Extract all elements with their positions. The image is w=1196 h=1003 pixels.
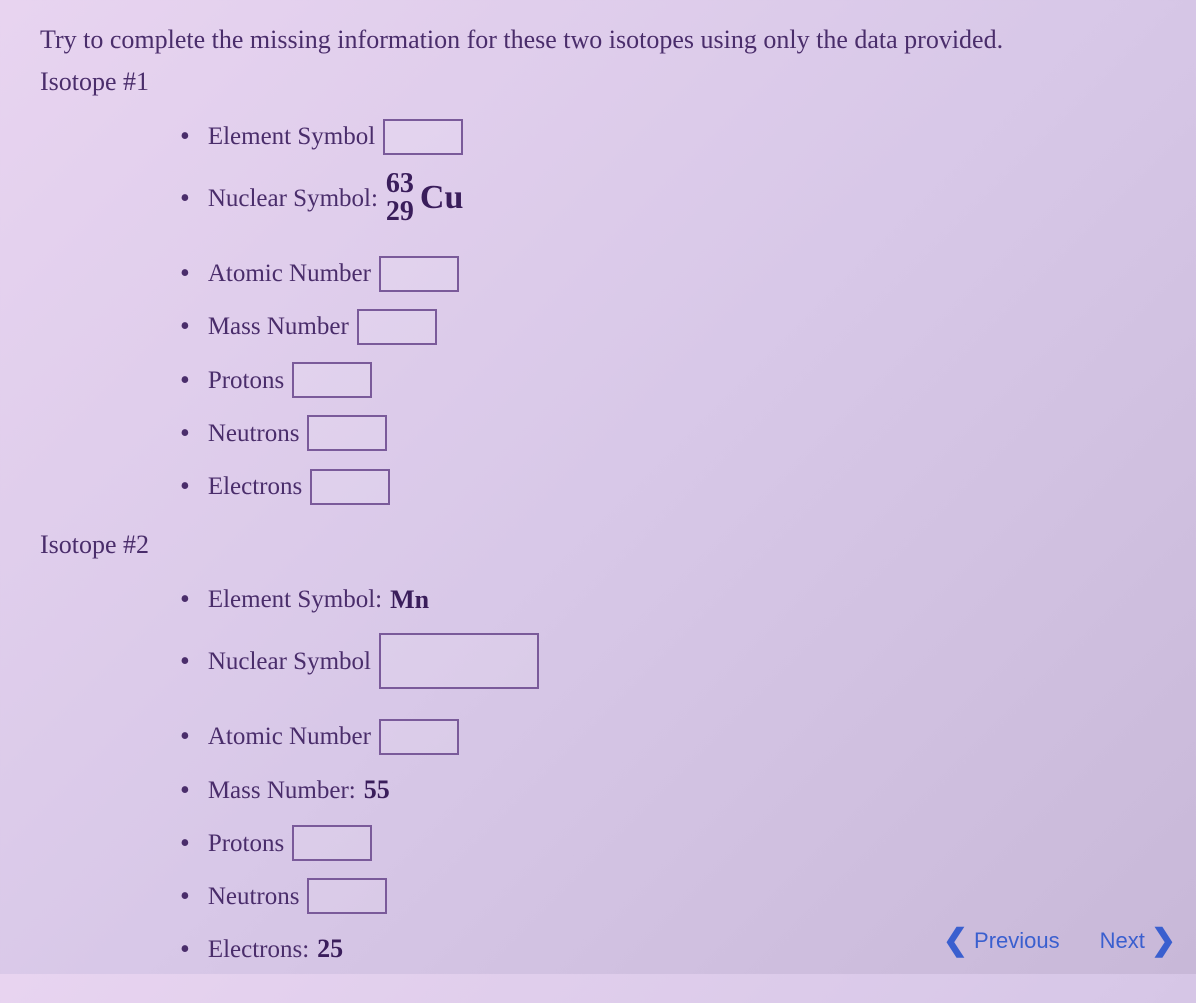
electrons-input[interactable]: [310, 469, 390, 505]
mass-number-label: Mass Number: [208, 309, 349, 344]
electrons-value: 25: [317, 931, 343, 967]
previous-label: Previous: [974, 928, 1060, 954]
nuclear-symbol-label: Nuclear Symbol:: [208, 181, 378, 216]
mass-number-label: Mass Number:: [208, 773, 356, 808]
mass-number-value: 55: [364, 772, 390, 808]
protons-label: Protons: [208, 363, 284, 398]
chevron-left-icon: ❮: [943, 926, 968, 956]
electrons-label: Electrons: [208, 469, 302, 504]
atomic-number-label: Atomic Number: [208, 256, 371, 291]
next-button[interactable]: Next ❯: [1100, 926, 1176, 956]
mass-number-input[interactable]: [357, 309, 437, 345]
previous-button[interactable]: ❮ Previous: [943, 926, 1060, 956]
chevron-right-icon: ❯: [1151, 926, 1176, 956]
next-label: Next: [1100, 928, 1145, 954]
mass-number-superscript: 63: [386, 170, 414, 198]
neutrons-input[interactable]: [307, 415, 387, 451]
neutrons-input[interactable]: [307, 878, 387, 914]
nuclear-symbol-value: 63 29 Cu: [386, 170, 463, 226]
protons-label: Protons: [208, 826, 284, 861]
isotope-2-header: Isotope #2: [40, 530, 1156, 560]
nuclear-symbol-label: Nuclear Symbol: [208, 644, 371, 679]
neutrons-label: Neutrons: [208, 416, 300, 451]
neutrons-label: Neutrons: [208, 879, 300, 914]
isotope-2-list: Element Symbol: Mn Nuclear Symbol Atomic…: [40, 580, 1156, 969]
protons-input[interactable]: [292, 825, 372, 861]
element-symbol-value: Mn: [390, 582, 429, 618]
atomic-number-label: Atomic Number: [208, 719, 371, 754]
atomic-number-input[interactable]: [379, 256, 459, 292]
protons-input[interactable]: [292, 362, 372, 398]
isotope-1-header: Isotope #1: [40, 67, 1156, 97]
navigation-bar: ❮ Previous Next ❯: [943, 926, 1176, 956]
isotope-1-list: Element Symbol Nuclear Symbol: 63 29 Cu …: [40, 117, 1156, 506]
element-symbol-label: Element Symbol:: [208, 582, 382, 617]
nuclear-symbol-input[interactable]: [379, 633, 539, 689]
nuclear-element-symbol: Cu: [420, 174, 463, 222]
element-symbol-label: Element Symbol: [208, 119, 375, 154]
atomic-number-input[interactable]: [379, 719, 459, 755]
instructions-text: Try to complete the missing information …: [40, 20, 1156, 59]
atomic-number-subscript: 29: [386, 198, 414, 226]
element-symbol-input[interactable]: [383, 119, 463, 155]
electrons-label: Electrons:: [208, 932, 309, 967]
